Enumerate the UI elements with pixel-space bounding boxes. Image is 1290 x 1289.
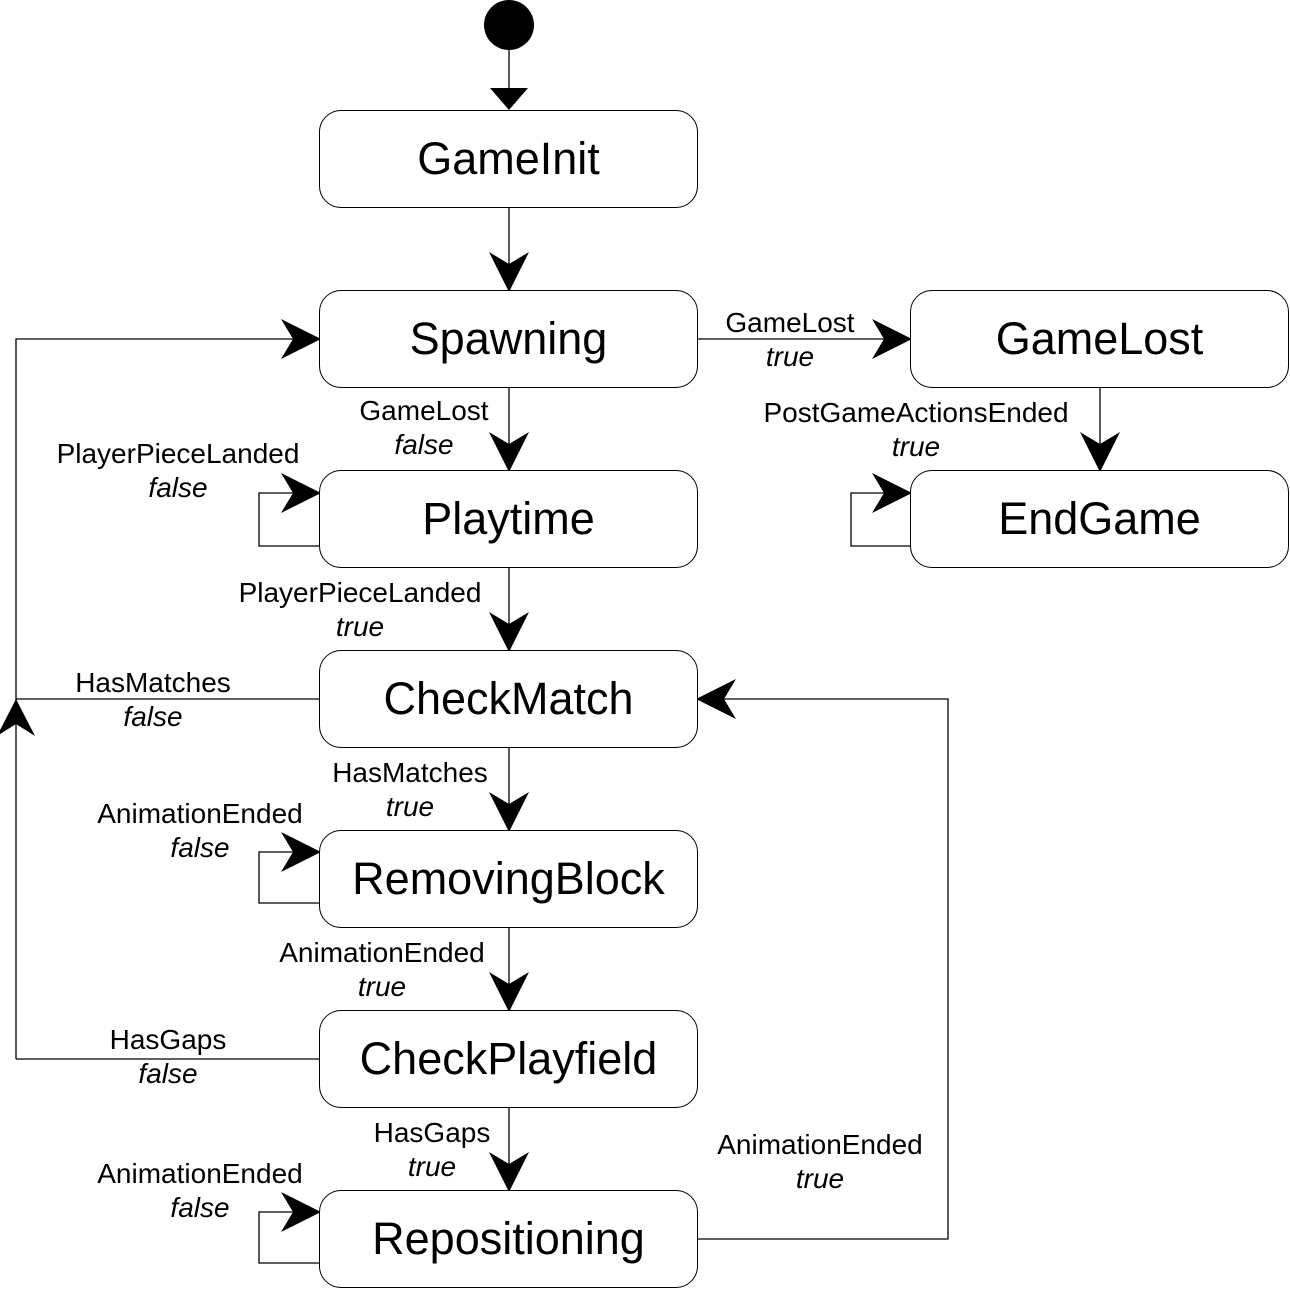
state-label: CheckPlayfield	[359, 1033, 658, 1084]
arrowhead-start	[490, 88, 528, 110]
state-removingblock[interactable]: RemovingBlock	[319, 830, 698, 928]
edge-endgame-self	[850, 473, 912, 547]
state-spawning[interactable]: Spawning	[319, 290, 698, 388]
label-gamelost-endgame: PostGameActionsEnded true	[763, 397, 1069, 462]
state-gamelost[interactable]: GameLost	[910, 290, 1289, 388]
state-label: Spawning	[409, 313, 608, 364]
label-playtime-self: PlayerPieceLanded false	[56, 438, 300, 503]
label-playtime-checkmatch: PlayerPieceLanded true	[238, 577, 482, 642]
state-label: Repositioning	[372, 1213, 645, 1264]
state-label: CheckMatch	[383, 673, 634, 724]
label-removingblock-checkplayfield: AnimationEnded true	[279, 937, 485, 1002]
label-spawning-playtime: GameLost false	[359, 395, 489, 460]
state-repositioning[interactable]: Repositioning	[319, 1190, 698, 1288]
state-endgame[interactable]: EndGame	[910, 470, 1289, 568]
state-playtime[interactable]: Playtime	[319, 470, 698, 568]
initial-node	[484, 0, 534, 50]
state-label: EndGame	[998, 493, 1201, 544]
label-repositioning-self: AnimationEnded false	[97, 1158, 303, 1223]
label-checkmatch-removingblock: HasMatches true	[332, 757, 488, 822]
label-repositioning-checkmatch: AnimationEnded true	[717, 1129, 923, 1194]
label-checkmatch-spawning: HasMatches false	[75, 667, 231, 732]
label-checkplayfield-repositioning: HasGaps true	[373, 1117, 491, 1182]
state-label: RemovingBlock	[352, 853, 665, 904]
label-removingblock-self: AnimationEnded false	[97, 798, 303, 863]
arrowhead-left-return	[0, 699, 35, 736]
state-label: GameLost	[995, 313, 1204, 364]
state-checkmatch[interactable]: CheckMatch	[319, 650, 698, 748]
label-spawning-gamelost: GameLost true	[725, 307, 855, 372]
state-gameinit[interactable]: GameInit	[319, 110, 698, 208]
state-label: Playtime	[422, 493, 595, 544]
state-checkplayfield[interactable]: CheckPlayfield	[319, 1010, 698, 1108]
label-checkplayfield-spawning: HasGaps false	[109, 1024, 227, 1089]
state-label: GameInit	[417, 133, 600, 184]
